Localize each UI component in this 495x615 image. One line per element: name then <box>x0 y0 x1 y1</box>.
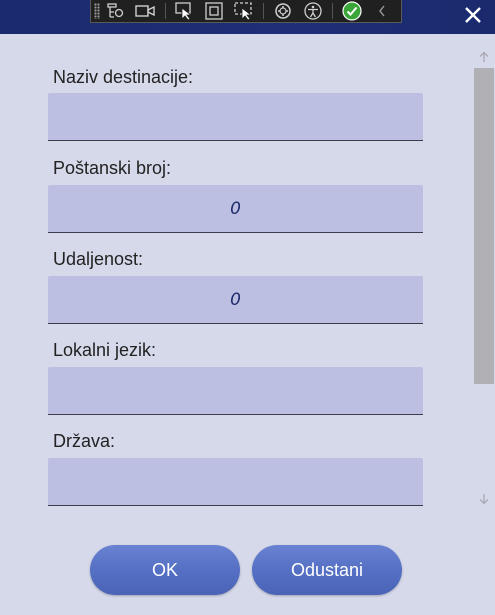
local-language-input[interactable] <box>48 367 423 415</box>
country-label: Država: <box>53 431 116 451</box>
distance-input[interactable]: 0 <box>48 276 423 324</box>
title-bar <box>0 0 495 34</box>
accessibility-icon[interactable] <box>303 1 324 21</box>
cancel-button[interactable]: Odustani <box>252 545 402 595</box>
vertical-scrollbar[interactable] <box>474 44 494 514</box>
track-focused-element-icon[interactable] <box>234 1 255 21</box>
toolbar-separator <box>164 3 166 19</box>
country-input[interactable] <box>48 458 423 506</box>
record-icon[interactable] <box>135 1 156 21</box>
collapse-chevron-icon[interactable] <box>372 1 393 21</box>
postal-code-input[interactable]: 0 <box>48 185 423 233</box>
local-language-label: Lokalni jezik: <box>53 340 157 360</box>
ok-button[interactable]: OK <box>90 545 240 595</box>
scroll-up-arrow-icon[interactable] <box>478 50 490 62</box>
live-visual-tree-icon[interactable] <box>106 1 127 21</box>
select-element-icon[interactable] <box>175 1 196 21</box>
distance-label: Udaljenost: <box>53 249 144 269</box>
scrollbar-thumb[interactable] <box>474 68 494 384</box>
scroll-down-arrow-icon[interactable] <box>478 492 490 505</box>
close-icon[interactable] <box>463 5 483 25</box>
xaml-debug-toolbar <box>90 0 402 23</box>
toolbar-separator <box>263 3 265 19</box>
binding-failures-icon[interactable] <box>273 1 294 21</box>
toolbar-grip-handle[interactable] <box>94 3 100 19</box>
no-errors-check-icon[interactable] <box>342 1 363 21</box>
toolbar-separator <box>332 3 334 19</box>
destination-name-label: Naziv destinacije: <box>53 67 194 87</box>
destination-form: Naziv destinacije: Poštanski broj: 0 Uda… <box>0 34 474 514</box>
postal-code-label: Poštanski broj: <box>53 158 172 178</box>
display-layout-adorners-icon[interactable] <box>204 1 225 21</box>
destination-name-input[interactable] <box>48 93 423 141</box>
